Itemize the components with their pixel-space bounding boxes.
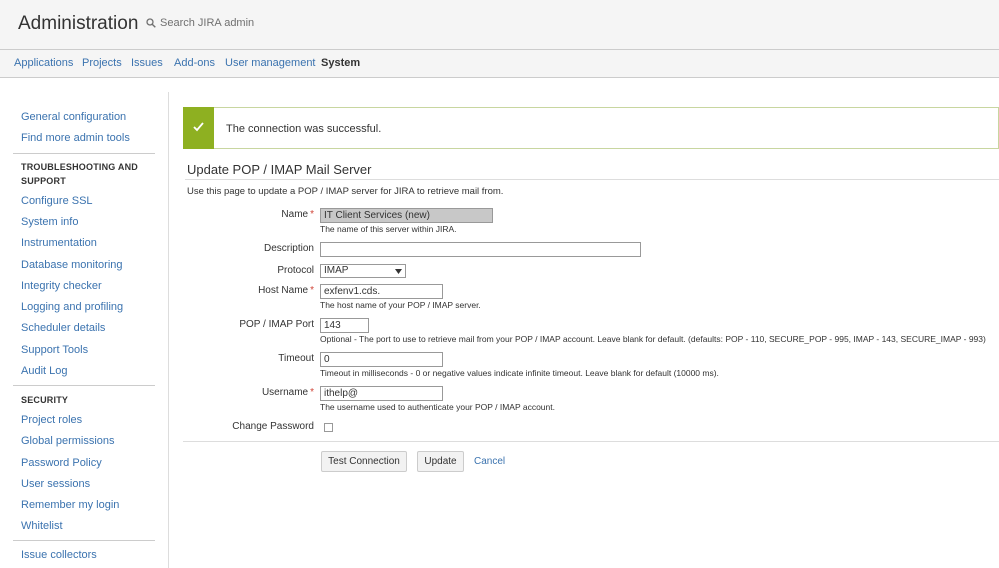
protocol-select[interactable]: IMAP [320,264,406,278]
description-label: Description [263,243,314,254]
sidebar-heading-security: SECURITY [21,395,69,405]
sidebar-item-password-policy[interactable]: Password Policy [21,457,102,469]
admin-header: Administration Search JIRA admin [0,0,999,50]
update-button[interactable]: Update [417,451,464,472]
change-password-checkbox[interactable] [324,423,333,432]
sidebar-item-whitelist[interactable]: Whitelist [21,520,63,532]
protocol-value: IMAP [324,265,349,276]
timeout-field[interactable]: 0 [320,352,443,367]
timeout-label: Timeout [278,353,314,364]
name-field[interactable]: IT Client Services (new) [320,208,493,223]
page-title: Administration [18,13,139,34]
dropdown-arrow-icon [395,268,402,274]
sidebar-item-integrity-checker[interactable]: Integrity checker [21,280,102,292]
required-marker: * [310,387,314,398]
sidebar-item-configure-ssl[interactable]: Configure SSL [21,195,93,207]
sidebar-divider [13,153,155,154]
sidebar-item-logging-and-profiling[interactable]: Logging and profiling [21,301,123,313]
sidebar-item-system-info[interactable]: System info [21,216,78,228]
sidebar-item-scheduler-details[interactable]: Scheduler details [21,322,105,334]
sidebar-item-user-sessions[interactable]: User sessions [21,478,90,490]
host-name-label: Host Name * [258,285,314,296]
sidebar: General configuration Find more admin to… [0,92,169,568]
protocol-label: Protocol [277,265,314,276]
username-field[interactable]: ithelp@ [320,386,443,401]
tab-system[interactable]: System [321,57,360,69]
success-text: The connection was successful. [226,123,382,135]
port-label: POP / IMAP Port [239,319,314,330]
sidebar-item-issue-collectors[interactable]: Issue collectors [21,549,97,561]
tab-issues[interactable]: Issues [131,57,163,69]
sidebar-heading-troubleshooting: TROUBLESHOOTING AND SUPPORT [21,162,138,186]
sidebar-item-support-tools[interactable]: Support Tools [21,344,88,356]
timeout-help: Timeout in milliseconds - 0 or negative … [320,368,719,378]
sidebar-item-audit-log[interactable]: Audit Log [21,365,67,377]
required-marker: * [310,285,314,296]
checkmark-icon [193,122,204,132]
admin-nav: Applications Projects Issues Add-ons Use… [0,50,999,78]
port-help: Optional - The port to use to retrieve m… [320,334,986,344]
tab-user-management[interactable]: User management [225,57,316,69]
tab-projects[interactable]: Projects [82,57,122,69]
change-password-label: Change Password [232,421,314,432]
success-message: The connection was successful. [183,107,999,149]
sidebar-item-find-more-admin-tools[interactable]: Find more admin tools [21,132,130,144]
form-separator [183,441,999,442]
name-help: The name of this server within JIRA. [320,224,457,234]
port-field[interactable]: 143 [320,318,369,333]
username-help: The username used to authenticate your P… [320,402,555,412]
sidebar-item-global-permissions[interactable]: Global permissions [21,435,115,447]
description-field[interactable] [320,242,641,257]
tab-applications[interactable]: Applications [14,57,73,69]
form-title-rule [185,179,999,180]
sidebar-divider [13,540,155,541]
sidebar-item-database-monitoring[interactable]: Database monitoring [21,259,123,271]
search-label[interactable]: Search JIRA admin [160,17,254,29]
form-title: Update POP / IMAP Mail Server [187,162,372,177]
sidebar-item-remember-my-login[interactable]: Remember my login [21,499,119,511]
tab-add-ons[interactable]: Add-ons [174,57,215,69]
sidebar-divider [13,385,155,386]
test-connection-button[interactable]: Test Connection [321,451,407,472]
cancel-link[interactable]: Cancel [474,456,505,467]
success-bar [183,107,214,149]
sidebar-item-instrumentation[interactable]: Instrumentation [21,237,97,249]
username-label: Username * [261,387,314,398]
name-label: Name * [281,209,314,220]
admin-search[interactable]: Search JIRA admin [146,17,254,29]
search-icon [146,18,156,28]
form-description: Use this page to update a POP / IMAP ser… [187,186,504,197]
host-name-field[interactable]: exfenv1.cds. [320,284,443,299]
required-marker: * [310,209,314,220]
sidebar-item-project-roles[interactable]: Project roles [21,414,82,426]
host-name-help: The host name of your POP / IMAP server. [320,300,481,310]
sidebar-item-general-configuration[interactable]: General configuration [21,111,126,123]
